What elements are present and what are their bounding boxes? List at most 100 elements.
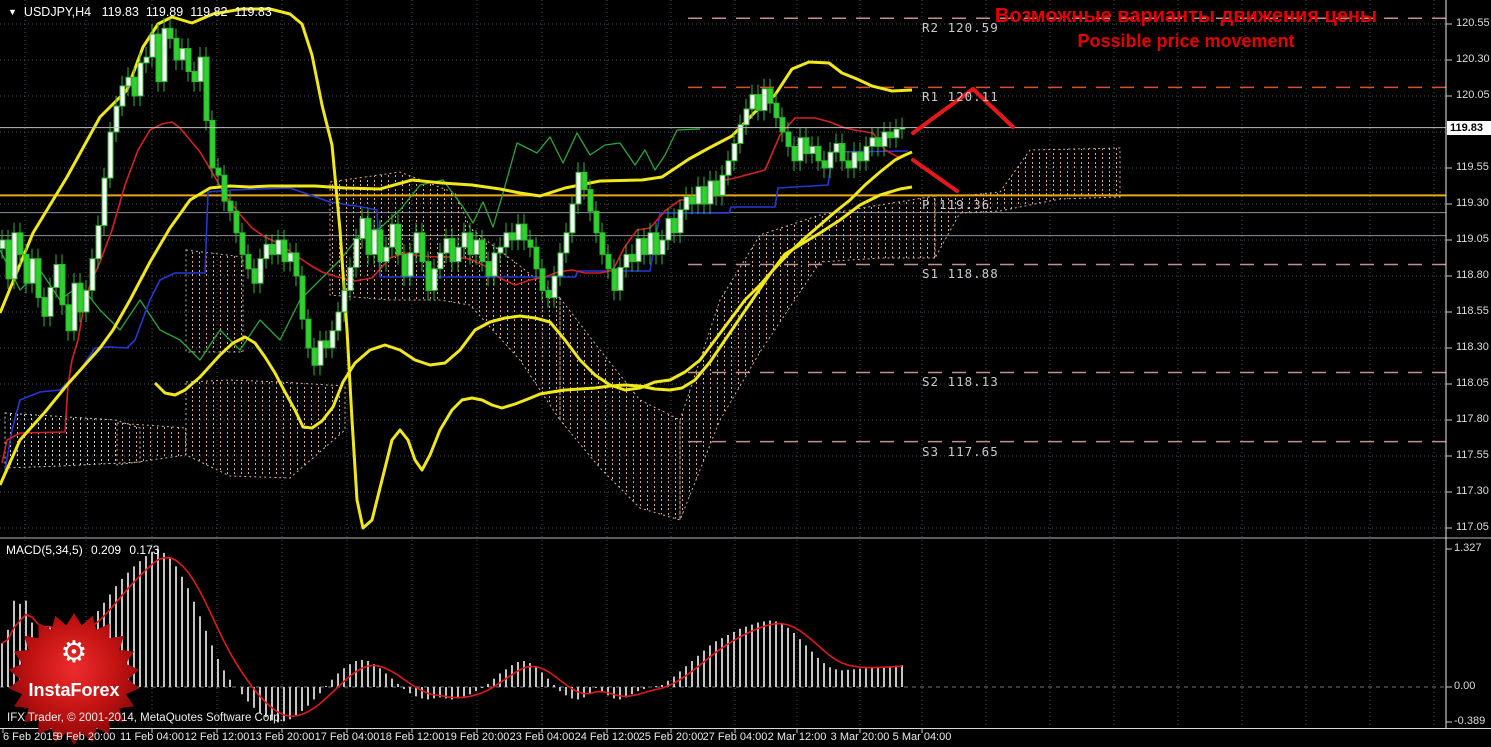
candle-body — [125, 76, 132, 87]
candle-body — [821, 160, 828, 169]
candle-body — [293, 252, 300, 277]
candle-body — [323, 340, 330, 349]
logo-text: InstaForex — [28, 680, 119, 700]
candle-body — [701, 186, 708, 205]
candle-body — [647, 232, 654, 255]
candle-body — [5, 239, 12, 280]
candle-body — [815, 145, 822, 162]
candle-body — [149, 33, 156, 58]
candle-body — [869, 137, 876, 147]
candle-body — [779, 117, 786, 133]
candle-body — [215, 167, 222, 176]
candle-body — [653, 232, 660, 255]
candle-body — [557, 252, 564, 277]
candle-body — [599, 232, 606, 255]
candle-body — [797, 137, 804, 162]
candle-body — [563, 232, 570, 254]
candle-body — [515, 223, 522, 241]
candle-body — [809, 145, 816, 155]
candle-body — [731, 143, 738, 162]
candle-body — [827, 151, 834, 169]
candle-body — [887, 131, 894, 139]
candle-body — [659, 239, 666, 255]
candle-body — [413, 232, 420, 254]
candle-body — [521, 223, 528, 241]
candle-body — [461, 232, 468, 248]
candle-body — [743, 108, 750, 126]
candle-body — [317, 340, 324, 366]
candle-body — [305, 318, 312, 349]
instaforex-logo: ⚙ InstaForex — [8, 613, 140, 745]
candle-body — [623, 253, 630, 268]
candle-body — [167, 27, 174, 39]
candle-body — [185, 47, 192, 73]
candle-body — [449, 238, 456, 263]
candle-body — [761, 88, 768, 111]
candle-body — [227, 200, 234, 212]
candle-body — [455, 246, 462, 263]
candle-body — [863, 145, 870, 162]
candle-body — [791, 145, 798, 162]
candle-body — [95, 225, 102, 260]
candle-body — [695, 186, 702, 205]
candle-body — [233, 210, 240, 234]
candle-body — [269, 243, 276, 255]
projection-arrow[interactable] — [911, 158, 959, 193]
candle-body — [65, 304, 72, 332]
candle-body — [671, 217, 678, 234]
candle-body — [35, 258, 42, 299]
candle-body — [251, 268, 258, 284]
candle-body — [83, 289, 90, 313]
candle-body — [545, 289, 552, 299]
candle-body — [437, 252, 444, 270]
candle-body — [569, 203, 576, 234]
candle-body — [635, 238, 642, 263]
candle-body — [575, 171, 582, 205]
candle-body — [707, 180, 714, 205]
cloud-region — [185, 379, 346, 479]
candle-body — [617, 266, 624, 291]
candle-body — [527, 239, 534, 248]
candle-body — [281, 239, 288, 263]
candle-body — [539, 268, 546, 291]
candle-body — [425, 261, 432, 291]
candle-body — [479, 239, 486, 263]
candle-body — [851, 151, 858, 169]
candle-body — [101, 177, 108, 227]
candle-body — [221, 174, 228, 202]
candle-body — [365, 217, 372, 255]
cloud-region — [329, 171, 561, 422]
candle-body — [311, 347, 318, 366]
candle-body — [203, 56, 210, 121]
candle-body — [473, 239, 480, 255]
candle-body — [593, 210, 600, 234]
candle-body — [275, 239, 282, 255]
candle-body — [431, 268, 438, 291]
candle-body — [713, 180, 720, 196]
candle-body — [335, 311, 342, 332]
candle-body — [767, 88, 774, 104]
candle-body — [383, 246, 390, 263]
candle-body — [785, 131, 792, 147]
candle-body — [143, 56, 150, 64]
candle-body — [29, 258, 36, 284]
candle-body — [893, 128, 900, 139]
candle-body — [131, 76, 138, 97]
candle-body — [47, 287, 54, 317]
candle-body — [419, 232, 426, 263]
candle-body — [341, 289, 348, 313]
candle-body — [689, 196, 696, 205]
candle-body — [0, 239, 6, 250]
candle-body — [803, 137, 810, 155]
chart-canvas[interactable] — [0, 0, 1491, 747]
candle-body — [755, 94, 762, 111]
candle-body — [371, 229, 378, 255]
candle-body — [23, 253, 30, 284]
candle-body — [137, 62, 144, 97]
cloud-region — [185, 249, 244, 353]
logo-gear-icon: ⚙ — [61, 636, 88, 669]
candle-body — [389, 223, 396, 248]
candle-body — [59, 263, 66, 306]
candle-body — [191, 71, 198, 83]
candle-body — [665, 217, 672, 241]
